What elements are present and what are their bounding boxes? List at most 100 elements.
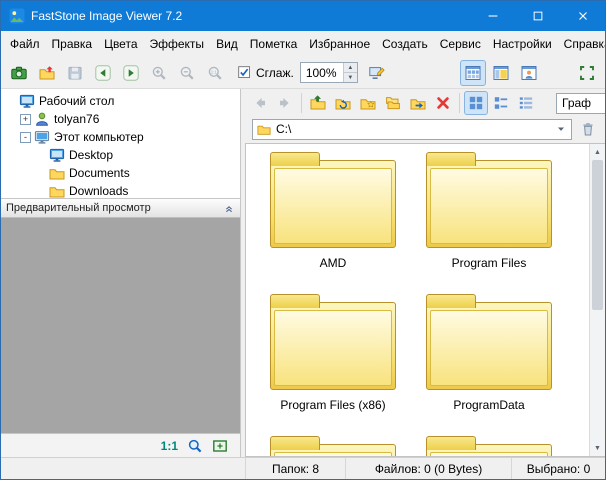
minimize-icon — [486, 9, 500, 23]
tree-item-Рабочий стол[interactable]: Рабочий стол — [1, 92, 240, 110]
folder-icon — [49, 165, 65, 181]
scroll-down-button[interactable]: ▼ — [590, 440, 605, 456]
edit-settings-icon — [369, 65, 385, 81]
tree-item-tolyan76[interactable]: +tolyan76 — [1, 110, 240, 128]
browse-mode-button[interactable] — [460, 60, 486, 86]
refresh-button[interactable] — [331, 91, 355, 115]
tree-item-Downloads[interactable]: Downloads — [1, 182, 240, 199]
up-folder-button[interactable] — [306, 91, 330, 115]
scroll-up-button[interactable]: ▲ — [590, 144, 605, 160]
menu-item-Цвета[interactable]: Цвета — [98, 33, 143, 55]
maximize-button[interactable] — [515, 1, 560, 31]
forward-button[interactable] — [273, 91, 297, 115]
folder-tile-Program Files[interactable]: Program Files — [414, 150, 564, 286]
windowed-mode-icon — [493, 65, 509, 81]
favorites-button[interactable] — [356, 91, 380, 115]
preview-area — [1, 218, 240, 433]
dropdown-arrow-icon[interactable] — [555, 123, 567, 135]
menu-item-Сервис[interactable]: Сервис — [434, 33, 487, 55]
folder-favorites-icon — [360, 95, 376, 111]
next-image-button[interactable] — [118, 60, 144, 86]
zoom-spinner: ▲▼ — [343, 63, 357, 82]
menu-item-Справка[interactable]: Справка — [558, 33, 606, 55]
windowed-mode-button[interactable] — [488, 60, 514, 86]
desktop-icon — [49, 147, 65, 163]
main-area: Рабочий стол+tolyan76 - Этот компьютер Desk… — [1, 89, 605, 457]
zoom-spin-up[interactable]: ▲ — [344, 63, 357, 73]
folder-tile-AMD[interactable]: AMD — [258, 150, 408, 286]
back-button[interactable] — [248, 91, 272, 115]
fullscreen-icon — [579, 65, 595, 81]
folder-refresh-icon — [335, 95, 351, 111]
minimize-button[interactable] — [470, 1, 515, 31]
smooth-checkbox[interactable]: Сглаж. — [238, 66, 294, 80]
address-bar: C:\ — [245, 117, 605, 143]
zoom-out-icon — [179, 65, 195, 81]
vertical-scrollbar[interactable]: ▲ ▼ — [589, 144, 605, 456]
fullscreen-button[interactable] — [574, 60, 600, 86]
menu-item-Пометка[interactable]: Пометка — [244, 33, 304, 55]
smooth-label: Сглаж. — [256, 66, 294, 80]
tree-item-label: Desktop — [69, 148, 113, 162]
folder-tile-ProgramData[interactable]: ProgramData — [414, 292, 564, 428]
tree-item-label: Этот компьютер — [54, 130, 144, 144]
menu-item-Создать[interactable]: Создать — [376, 33, 434, 55]
zoom-in-button[interactable] — [146, 60, 172, 86]
zoom-out-button[interactable] — [174, 60, 200, 86]
zoom-actual-button[interactable]: 1:1 — [202, 60, 228, 86]
preview-controls: 1:1 — [1, 433, 240, 457]
desktop-icon — [19, 93, 35, 109]
tree-item-Documents[interactable]: Documents — [1, 164, 240, 182]
copy-to-folder-button[interactable] — [381, 91, 405, 115]
zoom-combo[interactable]: 100% ▲▼ — [300, 62, 358, 83]
view-list-button[interactable] — [489, 91, 513, 115]
folder-tile-partial[interactable] — [414, 434, 564, 456]
menu-item-Эффекты[interactable]: Эффекты — [144, 33, 211, 55]
delete-button[interactable] — [431, 91, 455, 115]
clear-history-button[interactable] — [577, 118, 599, 140]
viewer-mode-button[interactable] — [516, 60, 542, 86]
folder-tile-label: Program Files — [452, 256, 527, 270]
fit-window-icon[interactable] — [212, 438, 228, 454]
move-to-folder-button[interactable] — [406, 91, 430, 115]
zoom-spin-down[interactable]: ▼ — [344, 73, 357, 82]
menu-item-Настройки[interactable]: Настройки — [487, 33, 558, 55]
file-grid: AMD Program Files Program Files (x86)Progr… — [246, 144, 589, 456]
preview-zoom-label: 1:1 — [161, 439, 178, 453]
settings-button[interactable] — [364, 60, 390, 86]
tree-expander[interactable]: + — [20, 114, 31, 125]
details-view-icon — [518, 95, 534, 111]
tree-expander[interactable]: - — [20, 132, 31, 143]
large-folder-icon — [270, 294, 396, 390]
menu-item-Файл[interactable]: Файл — [4, 33, 46, 55]
collapse-panel-icon[interactable] — [223, 202, 235, 214]
browse-mode-icon — [465, 65, 481, 81]
view-thumbnails-button[interactable] — [464, 91, 488, 115]
previous-arrow-icon — [95, 65, 111, 81]
close-icon — [576, 9, 590, 23]
acquire-button[interactable] — [6, 60, 32, 86]
tree-item-Desktop[interactable]: Desktop — [1, 146, 240, 164]
title-bar[interactable]: FastStone Image Viewer 7.2 — [1, 1, 605, 31]
file-type-filter[interactable]: Граф — [556, 93, 605, 114]
previous-image-button[interactable] — [90, 60, 116, 86]
close-button[interactable] — [560, 1, 605, 31]
folder-move-icon — [410, 95, 426, 111]
preview-panel-header: Предварительный просмотр — [1, 199, 240, 218]
scroll-thumb[interactable] — [592, 160, 603, 310]
address-combo[interactable]: C:\ — [252, 119, 572, 140]
menu-item-Правка[interactable]: Правка — [46, 33, 99, 55]
view-details-button[interactable] — [514, 91, 538, 115]
menu-item-Вид[interactable]: Вид — [210, 33, 244, 55]
menu-item-Избранное[interactable]: Избранное — [303, 33, 376, 55]
folder-tile-Program Files (x86)[interactable]: Program Files (x86) — [258, 292, 408, 428]
tree-item-Этот компьютер[interactable]: - Этот компьютер — [1, 128, 240, 146]
thumbnails-view-icon — [468, 95, 484, 111]
open-folder-button[interactable] — [34, 60, 60, 86]
filter-value: Граф — [562, 96, 591, 110]
checkbox-checked-icon — [238, 66, 252, 80]
save-button[interactable] — [62, 60, 88, 86]
folder-tile-partial[interactable] — [258, 434, 408, 456]
large-folder-icon — [426, 294, 552, 390]
actual-size-icon[interactable] — [187, 438, 203, 454]
